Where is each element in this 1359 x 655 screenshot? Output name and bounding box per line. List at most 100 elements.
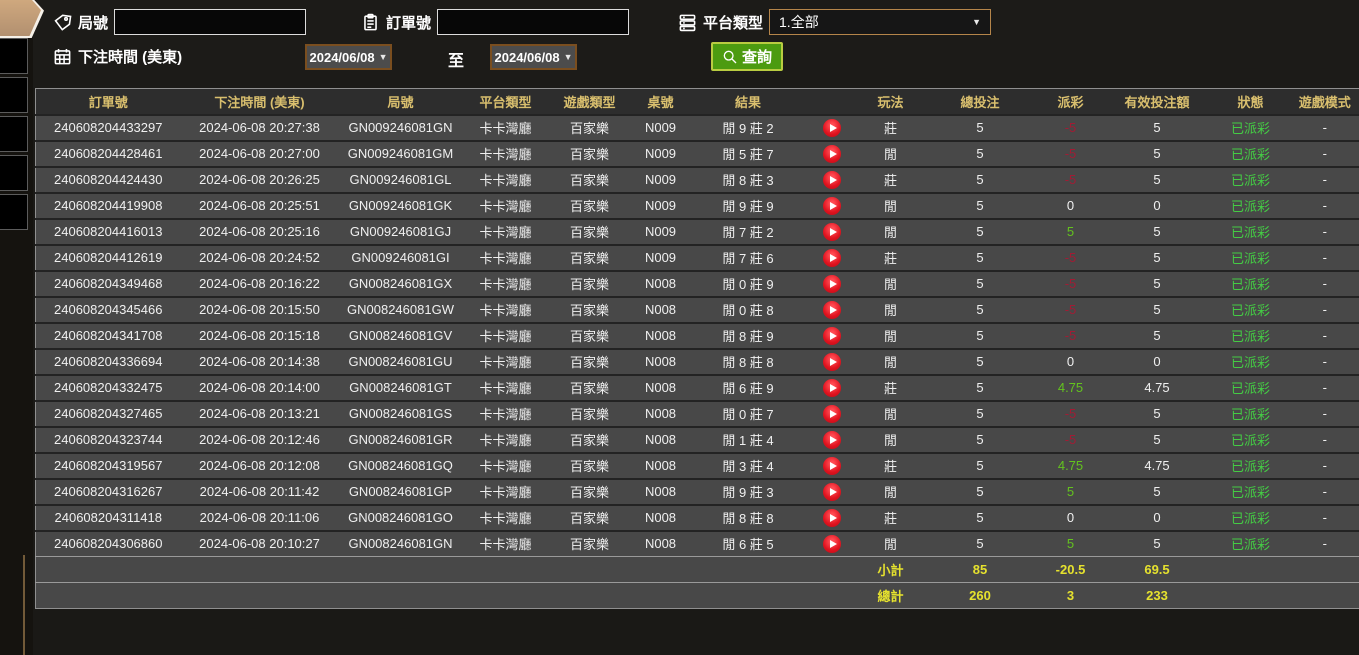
- cell-round: GN009246081GN: [339, 115, 463, 141]
- replay-icon[interactable]: [823, 535, 841, 553]
- replay-icon[interactable]: [823, 431, 841, 449]
- cell-game: 百家樂: [549, 193, 631, 219]
- header-valid-bet: 有效投注額: [1104, 89, 1211, 115]
- cell-bet: 5: [923, 427, 1038, 453]
- replay-icon[interactable]: [823, 509, 841, 527]
- replay-icon[interactable]: [823, 327, 841, 345]
- cell-order: 240608204345466: [36, 297, 181, 323]
- cell-mode: -: [1291, 505, 1359, 531]
- total-label: 總計: [859, 583, 923, 609]
- order-input[interactable]: [437, 9, 629, 35]
- cell-platform: 卡卡灣廳: [463, 219, 549, 245]
- cell-valid: 5: [1104, 245, 1211, 271]
- cell-platform: 卡卡灣廳: [463, 505, 549, 531]
- cell-platform: 卡卡灣廳: [463, 297, 549, 323]
- sidebar-menu-item[interactable]: [0, 155, 28, 191]
- table-header: 訂單號 下注時間 (美東) 局號 平台類型 遊戲類型 桌號 結果 玩法 總投注 …: [36, 89, 1359, 115]
- cell-play: [806, 141, 859, 167]
- replay-icon[interactable]: [823, 171, 841, 189]
- sidebar-menu-item[interactable]: [0, 116, 28, 152]
- cell-time: 2024-06-08 20:15:50: [181, 297, 339, 323]
- cell-table: N008: [631, 297, 691, 323]
- cell-valid: 5: [1104, 297, 1211, 323]
- cell-result: 閒 5 莊 7: [691, 141, 806, 167]
- platform-select[interactable]: 1.全部 ▼: [769, 9, 991, 35]
- cell-bet: 5: [923, 219, 1038, 245]
- replay-icon[interactable]: [823, 457, 841, 475]
- cell-mode: -: [1291, 479, 1359, 505]
- cell-payout: 4.75: [1038, 375, 1104, 401]
- sidebar-menu-item[interactable]: [0, 38, 28, 74]
- cell-time: 2024-06-08 20:16:22: [181, 271, 339, 297]
- cell-game: 百家樂: [549, 401, 631, 427]
- bet-time-label: 下注時間 (美東): [78, 46, 182, 67]
- cell-valid: 5: [1104, 219, 1211, 245]
- total-total-bet: 260: [923, 583, 1038, 609]
- subtotal-spacer: [36, 557, 859, 583]
- replay-icon[interactable]: [823, 353, 841, 371]
- cell-round: GN008246081GT: [339, 375, 463, 401]
- replay-icon[interactable]: [823, 223, 841, 241]
- cell-table: N008: [631, 531, 691, 557]
- cell-play: [806, 115, 859, 141]
- cell-status: 已派彩: [1211, 375, 1291, 401]
- cell-table: N009: [631, 141, 691, 167]
- cell-method: 莊: [859, 167, 923, 193]
- header-status: 狀態: [1211, 89, 1291, 115]
- cell-bet: 5: [923, 271, 1038, 297]
- round-input[interactable]: [114, 9, 306, 35]
- cell-method: 閒: [859, 323, 923, 349]
- cell-round: GN008246081GO: [339, 505, 463, 531]
- table-row: 2406082043162672024-06-08 20:11:42GN0082…: [36, 479, 1359, 505]
- header-replay: [806, 89, 859, 115]
- date-to-select[interactable]: 2024/06/08 ▼: [490, 44, 577, 70]
- cell-time: 2024-06-08 20:26:25: [181, 167, 339, 193]
- server-stack-icon: [678, 13, 697, 32]
- cell-round: GN008246081GR: [339, 427, 463, 453]
- cell-game: 百家樂: [549, 271, 631, 297]
- cell-order: 240608204419908: [36, 193, 181, 219]
- replay-icon[interactable]: [823, 197, 841, 215]
- play-triangle: [830, 488, 837, 496]
- replay-icon[interactable]: [823, 483, 841, 501]
- search-button[interactable]: 查詢: [711, 42, 783, 71]
- cell-bet: 5: [923, 349, 1038, 375]
- replay-icon[interactable]: [823, 301, 841, 319]
- cell-method: 閒: [859, 349, 923, 375]
- left-edge-strip: [0, 0, 33, 655]
- cell-round: GN009246081GK: [339, 193, 463, 219]
- replay-icon[interactable]: [823, 145, 841, 163]
- cell-payout: 0: [1038, 505, 1104, 531]
- cell-table: N009: [631, 219, 691, 245]
- cell-table: N008: [631, 479, 691, 505]
- replay-icon[interactable]: [823, 405, 841, 423]
- cell-status: 已派彩: [1211, 427, 1291, 453]
- replay-icon[interactable]: [823, 119, 841, 137]
- replay-icon[interactable]: [823, 275, 841, 293]
- subtotal-label: 小計: [859, 557, 923, 583]
- platform-filter-group: 平台類型 1.全部 ▼: [678, 9, 991, 35]
- order-label: 訂單號: [386, 12, 431, 33]
- cell-order: 240608204416013: [36, 219, 181, 245]
- play-triangle: [830, 150, 837, 158]
- cell-platform: 卡卡灣廳: [463, 375, 549, 401]
- cell-table: N009: [631, 245, 691, 271]
- cell-method: 閒: [859, 479, 923, 505]
- cell-order: 240608204433297: [36, 115, 181, 141]
- cell-status: 已派彩: [1211, 219, 1291, 245]
- cell-mode: -: [1291, 375, 1359, 401]
- table-row: 2406082044160132024-06-08 20:25:16GN0092…: [36, 219, 1359, 245]
- subtotal-status-spacer: [1211, 557, 1291, 583]
- sidebar-menu-item[interactable]: [0, 77, 28, 113]
- cell-result: 閒 8 莊 9: [691, 323, 806, 349]
- replay-icon[interactable]: [823, 249, 841, 267]
- cell-game: 百家樂: [549, 505, 631, 531]
- cell-status: 已派彩: [1211, 141, 1291, 167]
- cell-bet: 5: [923, 297, 1038, 323]
- date-from-select[interactable]: 2024/06/08 ▼: [305, 44, 392, 70]
- replay-icon[interactable]: [823, 379, 841, 397]
- sidebar-menu-item[interactable]: [0, 194, 28, 230]
- cell-status: 已派彩: [1211, 193, 1291, 219]
- play-triangle: [830, 280, 837, 288]
- cell-result: 閒 1 莊 4: [691, 427, 806, 453]
